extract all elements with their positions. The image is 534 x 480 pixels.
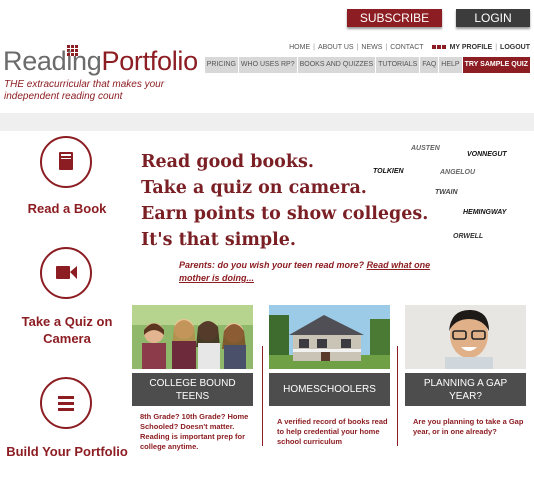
nav-try-sample-quiz[interactable]: TRY SAMPLE QUIZ (462, 57, 530, 73)
nav-books-quizzes[interactable]: BOOKS AND QUIZZES (297, 57, 376, 73)
nav-faq[interactable]: FAQ (420, 57, 439, 73)
top-link-about[interactable]: ABOUT US (318, 44, 354, 51)
author-name: HEMINGWAY (463, 209, 507, 216)
teens-photo[interactable] (132, 305, 253, 369)
card-divider (262, 346, 263, 446)
top-link-news[interactable]: NEWS (361, 44, 382, 51)
list-icon[interactable] (40, 377, 92, 429)
sidebar-label-read[interactable]: Read a Book (2, 200, 132, 217)
author-name: AUSTEN (411, 145, 440, 152)
author-name: VONNEGUT (467, 151, 507, 158)
logo-text-portfolio: Portfolio (101, 46, 198, 76)
parents-question: Parents: do you wish your teen read more… (179, 260, 365, 270)
squares-icon (431, 45, 446, 49)
main-nav: PRICING WHO USES RP? BOOKS AND QUIZZES T… (204, 57, 530, 73)
top-link-contact[interactable]: CONTACT (390, 44, 423, 51)
top-links: HOME | ABOUT US | NEWS | CONTACT MY PROFILE… (289, 43, 530, 51)
card-divider (397, 346, 398, 446)
top-link-home[interactable]: HOME (289, 44, 310, 51)
nav-help[interactable]: HELP (439, 57, 462, 73)
card-title-homeschoolers[interactable]: HOMESCHOOLERS (269, 373, 390, 406)
author-name: ANGELOU (440, 169, 475, 176)
hero-line-4: It's that simple. (141, 230, 297, 250)
login-button[interactable]: LOGIN (456, 9, 530, 27)
subscribe-button[interactable]: SUBSCRIBE NOW (347, 9, 442, 43)
hero-line-3: Earn points to show colleges. (141, 204, 429, 224)
author-name: TOLKIEN (373, 168, 404, 175)
sidebar-label-quiz[interactable]: Take a Quiz on Camera (2, 313, 132, 347)
card-desc-homeschoolers: A verified record of books read to help … (277, 417, 388, 446)
author-name: TWAIN (435, 189, 458, 196)
card-desc-college-bound: 8th Grade? 10th Grade? Home Schooled? Do… (140, 412, 249, 451)
book-icon[interactable] (40, 136, 92, 188)
nav-pricing[interactable]: PRICING (204, 57, 238, 73)
card-title-gap-year[interactable]: PLANNING A GAP YEAR? (405, 373, 526, 406)
divider-band (0, 113, 534, 131)
tagline: THE extracurricular that makes your inde… (4, 79, 165, 102)
logout-link[interactable]: LOGOUT (500, 44, 530, 51)
student-photo[interactable] (405, 305, 526, 369)
nav-tutorials[interactable]: TUTORIALS (376, 57, 420, 73)
logo-text-reading: Reading (3, 46, 102, 76)
parents-teaser: Parents: do you wish your teen read more… (179, 259, 449, 285)
video-camera-icon[interactable] (40, 247, 92, 299)
site-logo[interactable]: ReadingPortfolio (3, 44, 198, 78)
author-name: ORWELL (453, 233, 484, 240)
hero-text: Read good books. Take a quiz on camera. … (141, 149, 428, 253)
my-profile-link[interactable]: MY PROFILE (450, 44, 493, 51)
hero-line-2: Take a quiz on camera. (141, 178, 367, 198)
nav-who-uses[interactable]: WHO USES RP? (238, 57, 297, 73)
sidebar-label-portfolio[interactable]: Build Your Portfolio (2, 443, 132, 460)
house-photo[interactable] (269, 305, 390, 369)
card-title-college-bound[interactable]: COLLEGE BOUND TEENS (132, 373, 253, 406)
card-desc-gap-year: Are you planning to take a Gap year, or … (413, 417, 524, 436)
